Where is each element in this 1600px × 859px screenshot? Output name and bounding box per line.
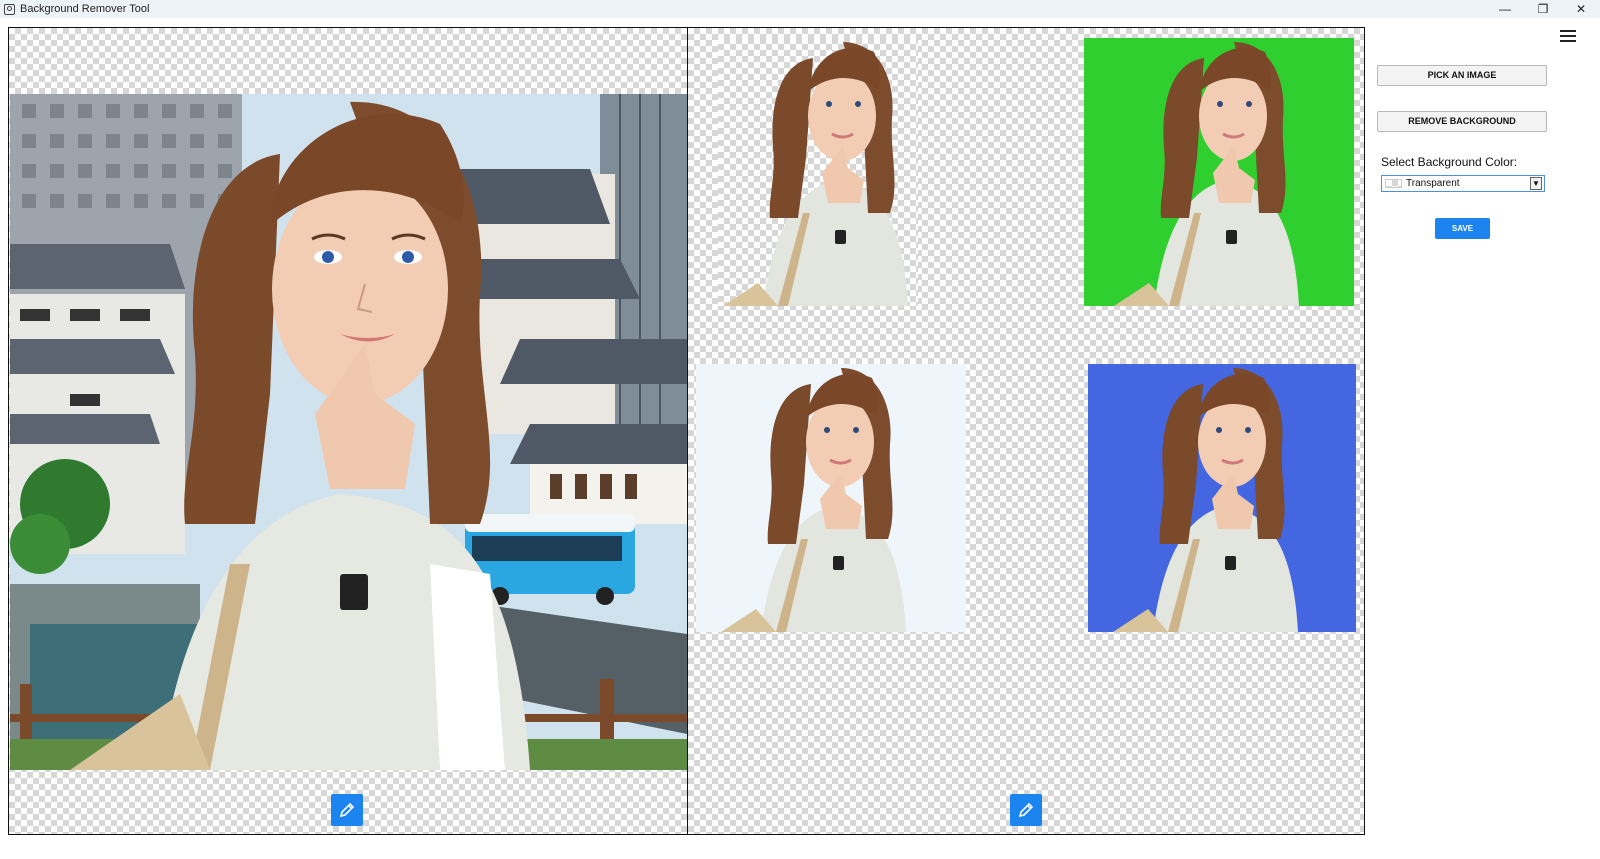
preview-transparent[interactable] [718,38,918,306]
save-button[interactable]: SAVE [1435,218,1490,239]
maximize-button[interactable]: ❐ [1524,0,1562,18]
minimize-button[interactable]: — [1486,0,1524,18]
pencil-edit-icon [1017,801,1035,819]
pick-image-button[interactable]: PICK AN IMAGE [1377,65,1547,86]
bg-color-label: Select Background Color: [1381,155,1517,169]
original-image [10,94,687,770]
window-title: Background Remover Tool [20,3,149,15]
bg-color-select[interactable]: Transparent ▼ [1381,175,1545,192]
preview-green[interactable] [1084,38,1354,306]
window-controls: — ❐ ✕ [1486,0,1600,18]
transparent-swatch-icon [1385,179,1402,188]
result-previews-panel [687,27,1365,835]
bg-color-value: Transparent [1406,178,1530,189]
remove-background-button[interactable]: REMOVE BACKGROUND [1377,111,1547,132]
preview-blue[interactable] [1088,364,1356,632]
app-logo-icon [4,4,15,15]
edit-result-button[interactable] [1010,794,1042,826]
control-sidebar: PICK AN IMAGE REMOVE BACKGROUND Select B… [1366,18,1600,859]
hamburger-menu-icon[interactable] [1560,30,1576,43]
title-bar: Background Remover Tool — ❐ ✕ [0,0,1600,18]
pencil-edit-icon [338,801,356,819]
chevron-down-icon[interactable]: ▼ [1530,177,1542,190]
preview-light[interactable] [696,364,966,632]
edit-original-button[interactable] [331,794,363,826]
original-image-panel [8,27,688,835]
close-button[interactable]: ✕ [1562,0,1600,18]
